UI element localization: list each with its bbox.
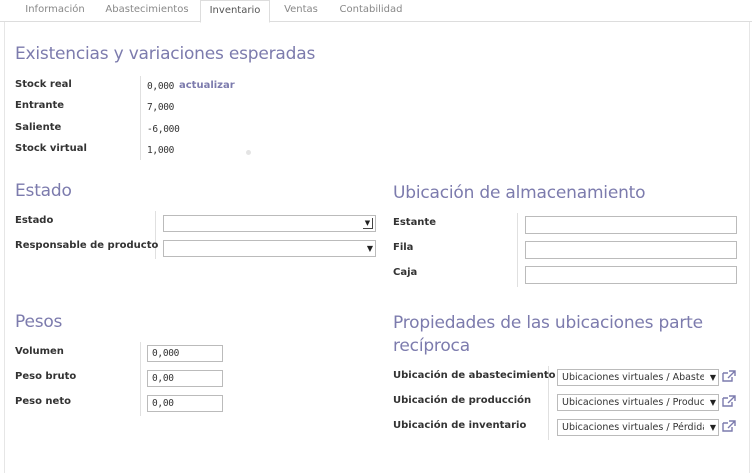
state-section-title: Estado bbox=[15, 181, 72, 201]
stock-real-value: 0,000 bbox=[147, 81, 175, 92]
virtual-stock-label: Stock virtual bbox=[15, 143, 87, 154]
procurement-location-label: Ubicación de abastecimiento bbox=[393, 370, 556, 381]
external-link-icon[interactable] bbox=[722, 370, 736, 382]
locations-section-title: Propiedades de las ubicaciones parte bbox=[393, 313, 703, 333]
responsible-select[interactable]: ▼ bbox=[163, 240, 376, 257]
update-link[interactable]: actualizar bbox=[179, 80, 235, 91]
responsible-label: Responsable de producto bbox=[15, 240, 159, 251]
chevron-down-icon: ▼ bbox=[709, 398, 716, 407]
inventory-location-label: Ubicación de inventario bbox=[393, 420, 527, 431]
stock-separator bbox=[140, 76, 141, 160]
outgoing-value: -6,000 bbox=[147, 124, 180, 135]
tab-informacion[interactable]: Información bbox=[14, 0, 96, 22]
loading-dot bbox=[246, 150, 251, 155]
locations-section-title-cont: recíproca bbox=[393, 336, 470, 356]
external-link-icon[interactable] bbox=[722, 420, 736, 432]
procurement-location-select[interactable]: Ubicaciones virtuales / Abastecimientos … bbox=[557, 369, 719, 386]
virtual-stock-value: 1,000 bbox=[147, 145, 175, 156]
volume-input[interactable]: 0,000 bbox=[147, 345, 223, 362]
production-location-label: Ubicación de producción bbox=[393, 395, 532, 406]
tab-inventario[interactable]: Inventario bbox=[200, 0, 270, 23]
shelf-input[interactable] bbox=[525, 216, 737, 234]
state-separator bbox=[155, 211, 156, 259]
inventory-location-value: Ubicaciones virtuales / Pérdidas de inve… bbox=[562, 422, 704, 433]
shelf-label: Estante bbox=[393, 217, 436, 228]
incoming-label: Entrante bbox=[15, 100, 65, 111]
production-location-select[interactable]: Ubicaciones virtuales / Producción ▼ bbox=[557, 394, 719, 411]
inventory-location-select[interactable]: Ubicaciones virtuales / Pérdidas de inve… bbox=[557, 419, 719, 436]
state-label: Estado bbox=[15, 215, 54, 226]
storage-separator bbox=[517, 213, 518, 287]
net-weight-input[interactable]: 0,00 bbox=[147, 395, 223, 412]
row-input[interactable] bbox=[525, 241, 737, 259]
notebook-tabs: Información Abastecimientos Inventario V… bbox=[0, 0, 752, 23]
chevron-down-icon: ▼ bbox=[709, 373, 716, 382]
gross-weight-input[interactable]: 0,00 bbox=[147, 370, 223, 387]
gross-weight-label: Peso bruto bbox=[15, 371, 77, 382]
chevron-down-icon: ▼ bbox=[366, 244, 373, 253]
outgoing-label: Saliente bbox=[15, 122, 62, 133]
chevron-down-icon: ▼ bbox=[709, 423, 716, 432]
net-weight-label: Peso neto bbox=[15, 396, 71, 407]
procurement-location-value: Ubicaciones virtuales / Abastecimientos bbox=[562, 372, 704, 383]
stock-section-title: Existencias y variaciones esperadas bbox=[15, 44, 316, 64]
state-select[interactable]: ▼ bbox=[163, 215, 376, 232]
weights-separator bbox=[140, 342, 141, 416]
weights-section-title: Pesos bbox=[15, 312, 63, 332]
row-label: Fila bbox=[393, 242, 414, 253]
tab-ventas[interactable]: Ventas bbox=[272, 0, 330, 22]
box-input[interactable] bbox=[525, 266, 737, 284]
volume-label: Volumen bbox=[15, 346, 64, 357]
tab-contabilidad[interactable]: Contabilidad bbox=[330, 0, 412, 22]
external-link-icon[interactable] bbox=[722, 395, 736, 407]
chevron-down-icon: ▼ bbox=[363, 218, 373, 229]
stock-real-label: Stock real bbox=[15, 79, 72, 90]
box-label: Caja bbox=[393, 267, 418, 278]
tab-abastecimientos[interactable]: Abastecimientos bbox=[96, 0, 198, 22]
incoming-value: 7,000 bbox=[147, 102, 175, 113]
production-location-value: Ubicaciones virtuales / Producción bbox=[562, 397, 704, 408]
storage-section-title: Ubicación de almacenamiento bbox=[393, 183, 646, 203]
